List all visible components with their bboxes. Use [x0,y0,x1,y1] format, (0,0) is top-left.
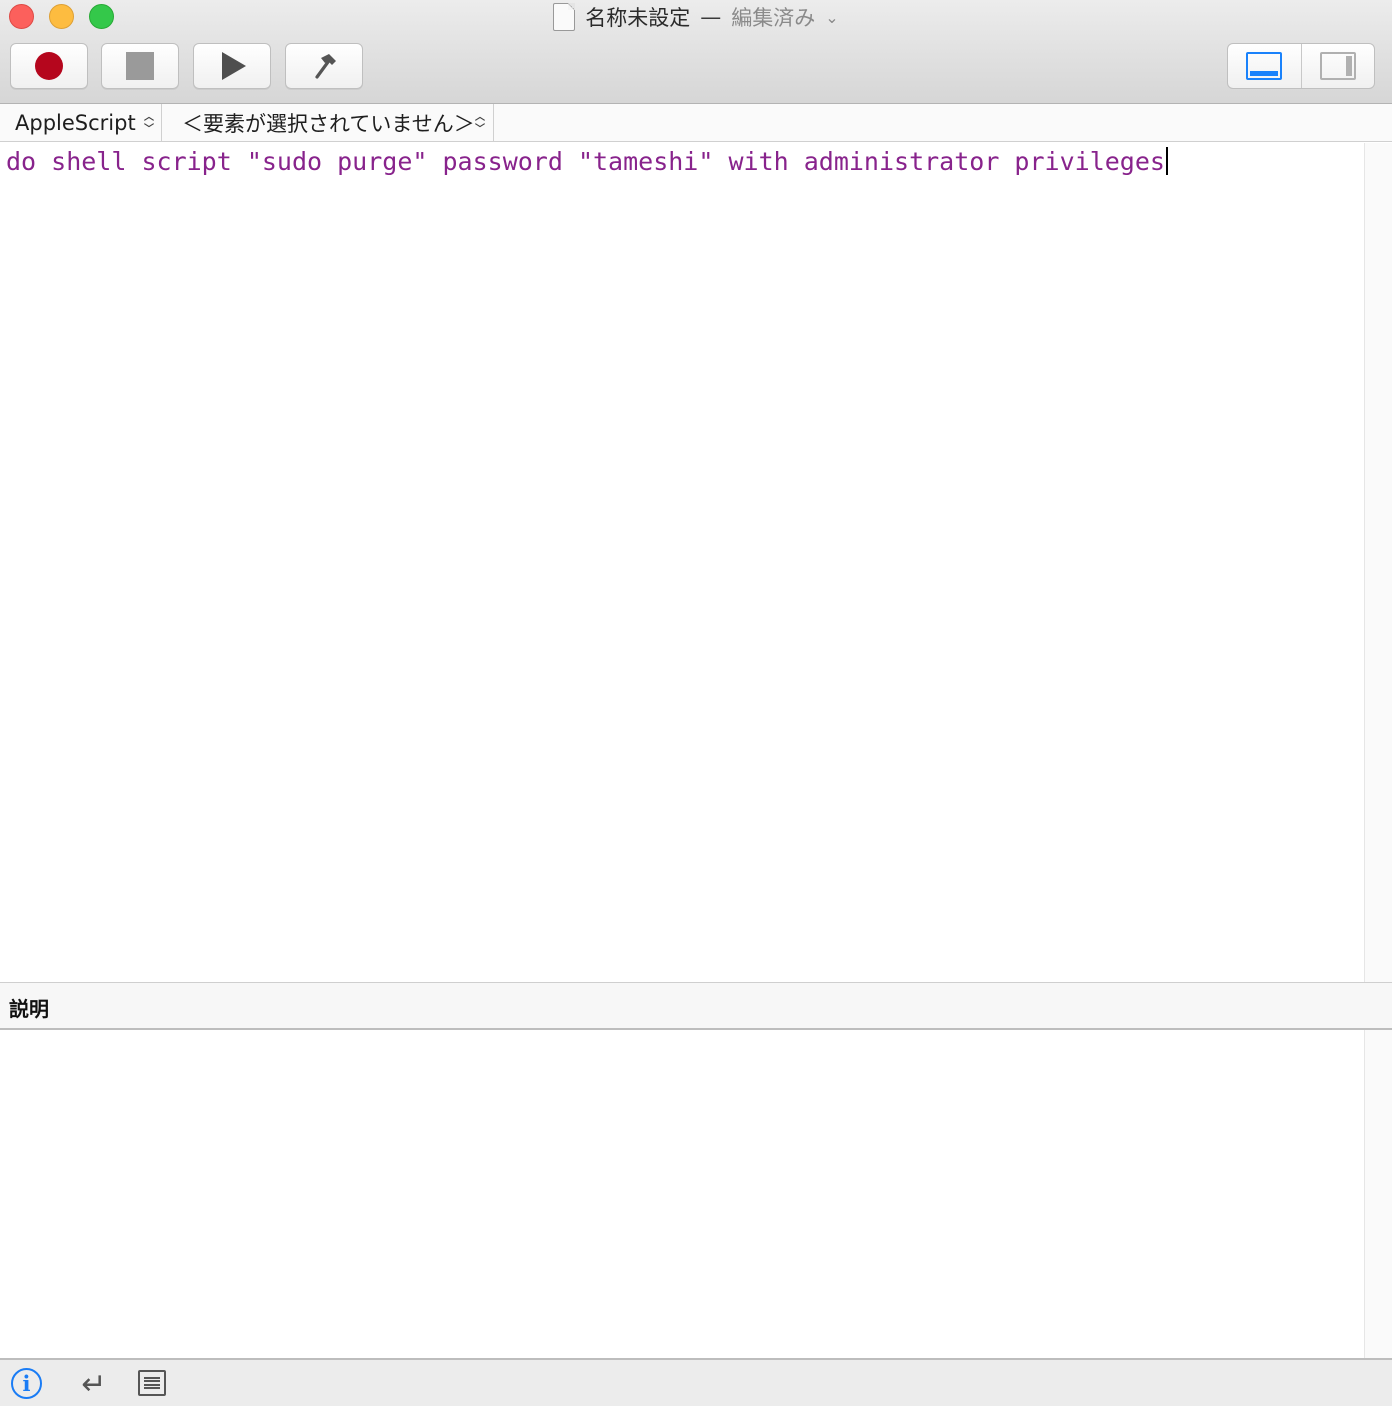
stop-button[interactable] [101,43,179,89]
show-side-pane-button[interactable] [1300,44,1375,88]
description-text-area[interactable] [0,1030,1364,1358]
code-text: do shell script "sudo purge" password "t… [6,147,1165,176]
updown-arrows-icon: ︿ ﹀ [144,112,154,135]
record-button[interactable] [10,43,88,89]
document-icon [553,3,576,31]
stop-icon [126,52,154,80]
list-icon[interactable] [138,1370,166,1396]
show-bottom-pane-button[interactable] [1228,44,1301,88]
language-popup[interactable]: AppleScript ︿ ﹀ [0,104,162,142]
run-button[interactable] [193,43,271,89]
record-icon [35,52,63,80]
bottom-pane-icon [1246,52,1283,80]
side-pane-icon [1319,52,1356,80]
element-value: ＜要素が選択されていません＞ [182,112,475,136]
code-line[interactable]: do shell script "sudo purge" password "t… [6,145,1168,179]
language-value: AppleScript [15,111,136,135]
editor-scrollbar[interactable] [1364,143,1392,982]
info-icon[interactable]: i [11,1368,42,1399]
description-pane-header: 説明 [0,982,1392,1030]
navigation-bar: AppleScript ︿ ﹀ ＜要素が選択されていません＞ ︿ ﹀ [0,104,1392,142]
title-separator: — [700,5,722,29]
chevron-down-icon[interactable]: ⌄ [825,8,838,27]
updown-arrows-icon: ︿ ﹀ [475,112,485,135]
bottom-bar: i ↵ [0,1358,1392,1406]
script-editor[interactable] [0,143,1364,982]
hammer-icon [315,54,336,79]
description-pane-title: 説明 [9,997,49,1021]
edited-status: 編集済み [731,6,816,30]
pane-view-toggle [1227,43,1375,89]
return-icon[interactable]: ↵ [78,1367,110,1402]
compile-button[interactable] [285,43,363,89]
text-caret [1165,147,1168,175]
element-popup[interactable]: ＜要素が選択されていません＞ ︿ ﹀ [162,104,494,142]
document-name: 名称未設定 [585,6,691,30]
window-titlebar: 名称未設定 — 編集済み ⌄ [0,0,1392,104]
play-icon [222,52,246,80]
window-title[interactable]: 名称未設定 — 編集済み ⌄ [0,0,1392,34]
description-scrollbar[interactable] [1364,1030,1392,1358]
